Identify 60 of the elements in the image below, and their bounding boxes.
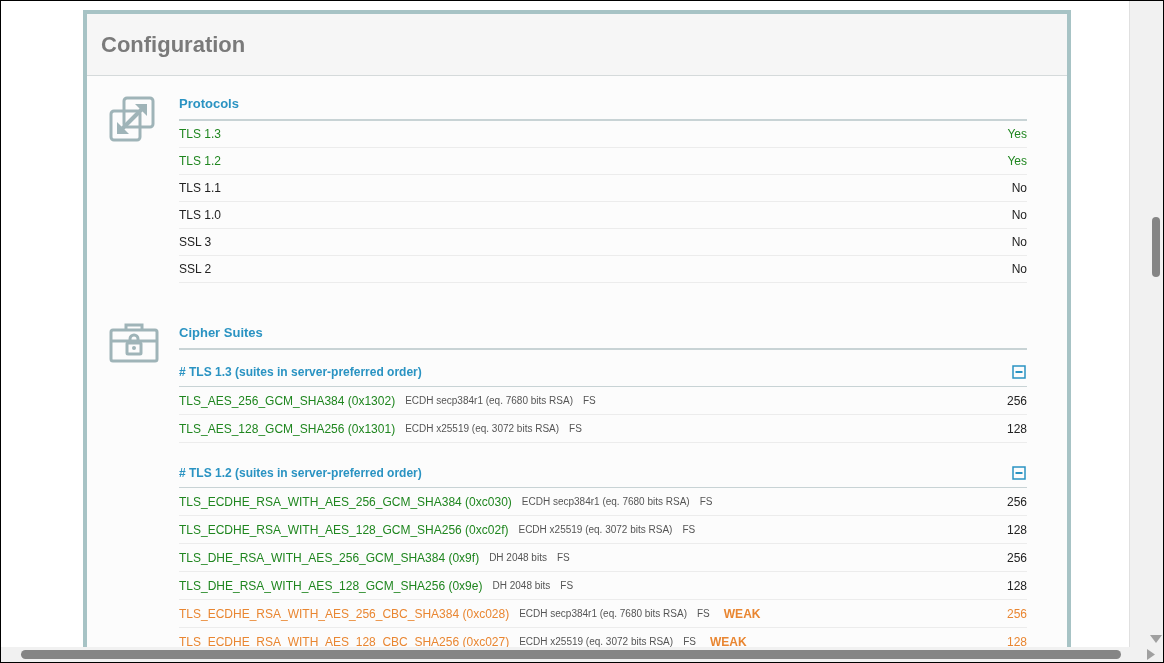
key-exchange: ECDH secp384r1 (eq. 7680 bits RSA) [519,608,687,619]
key-exchange: ECDH secp384r1 (eq. 7680 bits RSA) [405,395,573,406]
section-title: Cipher Suites [179,325,1027,350]
suite-name: TLS_DHE_RSA_WITH_AES_256_GCM_SHA384 (0x9f) [179,550,480,565]
key-bits: 256 [1006,393,1027,408]
protocol-support: Yes [1007,127,1027,141]
weak-label: WEAK [709,634,747,647]
suite-name: TLS_DHE_RSA_WITH_AES_128_GCM_SHA256 (0x9e) [179,578,483,593]
protocol-name: SSL 2 [179,262,212,276]
key-bits: 128 [1006,522,1027,537]
suite-name: TLS_ECDHE_RSA_WITH_AES_128_GCM_SHA256 (0xc02f) [179,522,509,537]
weak-label: WEAK [723,606,761,621]
key-exchange: ECDH secp384r1 (eq. 7680 bits RSA) [521,496,690,507]
suite-name: TLS_AES_128_GCM_SHA256 (0x1301) [179,421,396,436]
panel-title: Configuration [101,31,246,58]
protocol-name: TLS 1.1 [179,181,222,195]
expand-arrows-icon [109,96,155,142]
collapse-button[interactable] [1012,466,1026,480]
group-heading: # TLS 1.3 (suites in server-preferred order) [179,365,422,379]
forward-secrecy: FS [683,636,696,647]
suite-name: TLS_ECDHE_RSA_WITH_AES_256_CBC_SHA384 (0xc028) [179,606,510,621]
key-bits: 256 [1006,550,1027,565]
forward-secrecy: FS [569,423,582,434]
scroll-down-icon[interactable] [1150,635,1162,643]
protocol-support: Yes [1007,154,1027,168]
horizontal-scrollbar[interactable] [1,647,1163,662]
protocol-name: SSL 3 [179,235,212,249]
protocol-support: No [1011,235,1027,249]
protocol-name: TLS 1.3 [179,127,222,141]
key-bits: 256 [1006,494,1027,509]
forward-secrecy: FS [697,608,710,619]
protocol-support: No [1011,181,1027,195]
key-bits: 256 [1006,606,1027,621]
scrollbar-thumb[interactable] [1152,217,1160,277]
protocol-name: TLS 1.0 [179,208,222,222]
vertical-scrollbar[interactable] [1129,1,1163,647]
group-heading: # TLS 1.2 (suites in server-preferred order) [179,466,422,480]
key-bits: 128 [1006,634,1027,647]
forward-secrecy: FS [560,580,574,591]
forward-secrecy: FS [682,524,696,535]
forward-secrecy: FS [583,395,596,406]
scrollbar-thumb[interactable] [21,650,1121,659]
collapse-button[interactable] [1012,365,1026,379]
protocol-name: TLS 1.2 [179,154,222,168]
key-exchange: ECDH x25519 (eq. 3072 bits RSA) [518,524,673,535]
key-bits: 128 [1006,578,1027,593]
key-exchange: ECDH x25519 (eq. 3072 bits RSA) [405,423,560,434]
key-exchange: DH 2048 bits [489,552,547,563]
section-title: Protocols [179,96,1027,121]
scroll-right-icon[interactable] [1147,649,1155,660]
locked-case-icon [109,321,159,363]
key-exchange: ECDH x25519 (eq. 3072 bits RSA) [519,636,674,647]
forward-secrecy: FS [699,496,713,507]
suite-name: TLS_AES_256_GCM_SHA384 (0x1302) [179,393,396,408]
protocol-support: No [1011,208,1027,222]
key-exchange: DH 2048 bits [492,580,551,591]
forward-secrecy: FS [556,552,570,563]
protocol-support: No [1011,262,1027,276]
suite-name: TLS_ECDHE_RSA_WITH_AES_256_GCM_SHA384 (0xc030) [179,494,512,509]
key-bits: 128 [1006,421,1027,436]
